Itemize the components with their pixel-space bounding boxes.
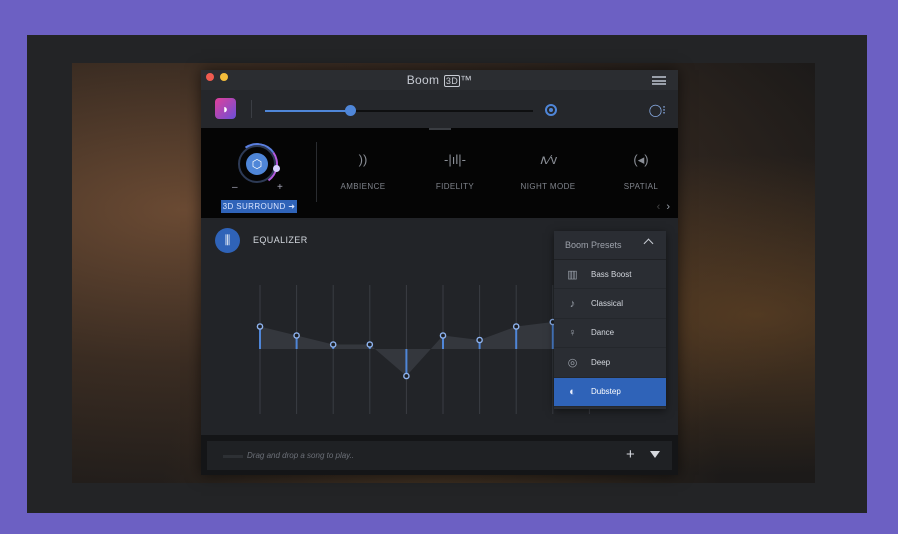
- chevron-left-icon[interactable]: ‹: [657, 201, 661, 213]
- boom-logo-icon[interactable]: ◗: [215, 98, 236, 119]
- output-devices-icon[interactable]: ◯⁝: [649, 103, 666, 117]
- preset-label: Classical: [591, 299, 624, 309]
- fidelity-icon: -|ıl|-: [444, 152, 466, 167]
- effect-fidelity[interactable]: -|ıl|- FIDELITY: [425, 152, 485, 191]
- equalizer-sliders-icon[interactable]: ⫼: [215, 228, 240, 253]
- preset-label: Deep: [591, 357, 611, 367]
- bass-boost-icon: ▥: [567, 268, 578, 281]
- surround-plus: +: [277, 182, 283, 193]
- equalizer-title: EQUALIZER: [253, 235, 308, 245]
- deep-icon: ◎: [567, 356, 578, 369]
- chevron-right-icon[interactable]: ›: [666, 201, 670, 213]
- effects-divider: [316, 142, 317, 202]
- chevron-up-icon[interactable]: [643, 238, 654, 249]
- equalizer-curve-fill: [260, 322, 590, 376]
- surround-minus: –: [232, 182, 238, 193]
- ambience-icon: )): [358, 152, 368, 167]
- trademark-mark: ™: [460, 73, 473, 87]
- effect-ambience[interactable]: )) AMBIENCE: [333, 152, 393, 191]
- minimize-window-button[interactable]: [220, 73, 228, 81]
- effect-label: NIGHT MODE: [520, 182, 576, 191]
- 3d-surround-button[interactable]: 3D SURROUND ➜: [221, 200, 297, 213]
- boom-window: Boom 3D ™ ◗ ◯⁝ ⬡ – + 3D SURROUND ➜ )) AMB…: [201, 70, 678, 475]
- volume-max-indicator[interactable]: [545, 104, 557, 116]
- dancer-icon: ♀: [568, 326, 577, 339]
- preset-bass-boost[interactable]: ▥ Bass Boost: [554, 260, 666, 290]
- effect-label: AMBIENCE: [340, 182, 386, 191]
- surround-control[interactable]: ⬡ – + 3D SURROUND ➜: [221, 136, 297, 216]
- eq-band-handle[interactable]: [439, 332, 447, 339]
- violin-icon: ♪: [569, 297, 576, 310]
- expand-playlist-icon[interactable]: [650, 451, 660, 458]
- eq-band-handle[interactable]: [293, 332, 300, 339]
- eq-band-handle[interactable]: [329, 341, 337, 348]
- hamburger-menu-icon[interactable]: [652, 76, 666, 85]
- eq-band-handle[interactable]: [256, 323, 264, 330]
- effect-night-mode[interactable]: ∧∕v NIGHT MODE: [518, 152, 578, 191]
- player-footer: Drag and drop a song to play.. +: [201, 435, 678, 475]
- dubstep-icon: ◐: [569, 385, 576, 398]
- spatial-icon: (◂): [633, 152, 649, 167]
- preset-deep[interactable]: ◎ Deep: [554, 348, 666, 378]
- night-mode-icon: ∧∕v: [538, 152, 558, 167]
- title-badge: 3D: [443, 75, 460, 87]
- toolbar: ◗ ◯⁝: [201, 90, 678, 128]
- eq-band-handle[interactable]: [403, 372, 410, 380]
- surround-dial-knob[interactable]: [273, 165, 280, 172]
- preset-dance[interactable]: ♀ Dance: [554, 319, 666, 349]
- preset-label: Dance: [591, 328, 615, 338]
- preset-label: Bass Boost: [591, 269, 632, 279]
- effects-panel: ⬡ – + 3D SURROUND ➜ )) AMBIENCE -|ıl|- F…: [201, 128, 678, 218]
- close-window-button[interactable]: [206, 73, 214, 81]
- presets-header[interactable]: Boom Presets: [554, 231, 666, 260]
- effects-pager: ‹ ›: [657, 201, 670, 213]
- progress-placeholder: [223, 455, 243, 458]
- cube-icon: ⬡: [246, 153, 268, 175]
- effect-label: SPATIAL: [623, 182, 659, 191]
- song-drop-zone[interactable]: Drag and drop a song to play.. +: [207, 441, 672, 470]
- toolbar-divider: [251, 100, 252, 118]
- effect-label: FIDELITY: [435, 182, 475, 191]
- presets-dropdown: Boom Presets ▥ Bass Boost ♪ Classical ♀ …: [554, 231, 666, 409]
- volume-slider-fill: [265, 110, 351, 112]
- eq-band-handle[interactable]: [366, 341, 374, 348]
- preset-label: Dubstep: [591, 387, 621, 397]
- equalizer-panel: ⫼ EQUALIZER Boom Presets ▥ Bass Boost ♪ …: [201, 218, 678, 435]
- window-title: Boom 3D ™: [406, 73, 473, 87]
- volume-slider-handle[interactable]: [345, 105, 357, 116]
- preset-classical[interactable]: ♪ Classical: [554, 289, 666, 319]
- eq-band-handle[interactable]: [512, 323, 520, 330]
- eq-band-handle[interactable]: [476, 336, 483, 344]
- presets-title: Boom Presets: [565, 240, 622, 250]
- title-bar[interactable]: Boom 3D ™: [201, 70, 678, 90]
- volume-slider-track[interactable]: [265, 110, 533, 112]
- panel-handle[interactable]: [429, 128, 451, 130]
- add-song-button[interactable]: +: [626, 446, 635, 463]
- effect-spatial[interactable]: (◂) SPATIAL: [611, 152, 671, 191]
- preset-dubstep[interactable]: ◐ Dubstep: [554, 377, 666, 407]
- drop-hint: Drag and drop a song to play..: [247, 451, 355, 460]
